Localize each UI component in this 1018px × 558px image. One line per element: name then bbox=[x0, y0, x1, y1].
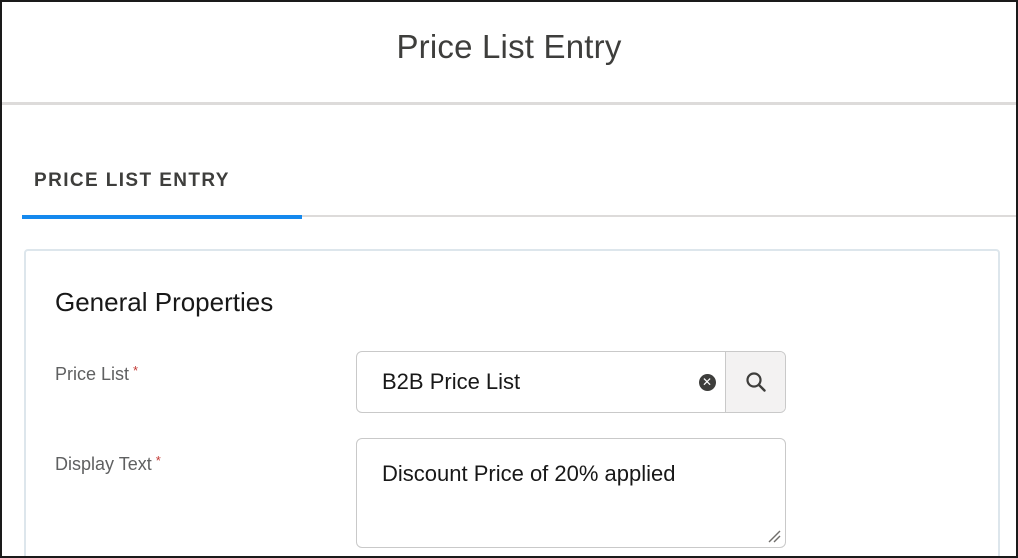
modal-header: Price List Entry bbox=[2, 2, 1016, 105]
price-list-label: Price List * bbox=[55, 363, 138, 385]
resize-handle-icon[interactable] bbox=[767, 529, 781, 543]
tab-label: PRICE LIST ENTRY bbox=[34, 170, 230, 191]
display-text-value: Discount Price of 20% applied bbox=[382, 461, 676, 486]
tab-bar: PRICE LIST ENTRY bbox=[22, 105, 1016, 219]
tab-price-list-entry[interactable]: PRICE LIST ENTRY bbox=[22, 105, 302, 219]
display-text-textarea[interactable]: Discount Price of 20% applied bbox=[356, 438, 786, 548]
display-text-label-text: Display Text bbox=[55, 454, 152, 474]
section-title: General Properties bbox=[55, 287, 274, 317]
active-tab-indicator bbox=[22, 215, 302, 219]
search-icon bbox=[745, 372, 766, 392]
modal-window: Price List Entry PRICE LIST ENTRY Genera… bbox=[0, 0, 1018, 558]
required-marker: * bbox=[155, 453, 161, 468]
clear-icon: ✕ bbox=[698, 373, 716, 391]
required-marker: * bbox=[133, 363, 139, 378]
general-properties-card: General Properties Price List * B2B Price… bbox=[24, 249, 1000, 556]
price-list-label-text: Price List bbox=[55, 364, 130, 384]
price-list-lookup[interactable]: B2B Price List ✕ bbox=[356, 351, 786, 413]
display-text-label: Display Text * bbox=[55, 453, 161, 475]
price-list-input[interactable]: B2B Price List bbox=[357, 352, 689, 412]
lookup-search-button[interactable] bbox=[725, 352, 785, 412]
modal-title: Price List Entry bbox=[396, 28, 622, 65]
clear-selection-button[interactable]: ✕ bbox=[689, 352, 725, 412]
